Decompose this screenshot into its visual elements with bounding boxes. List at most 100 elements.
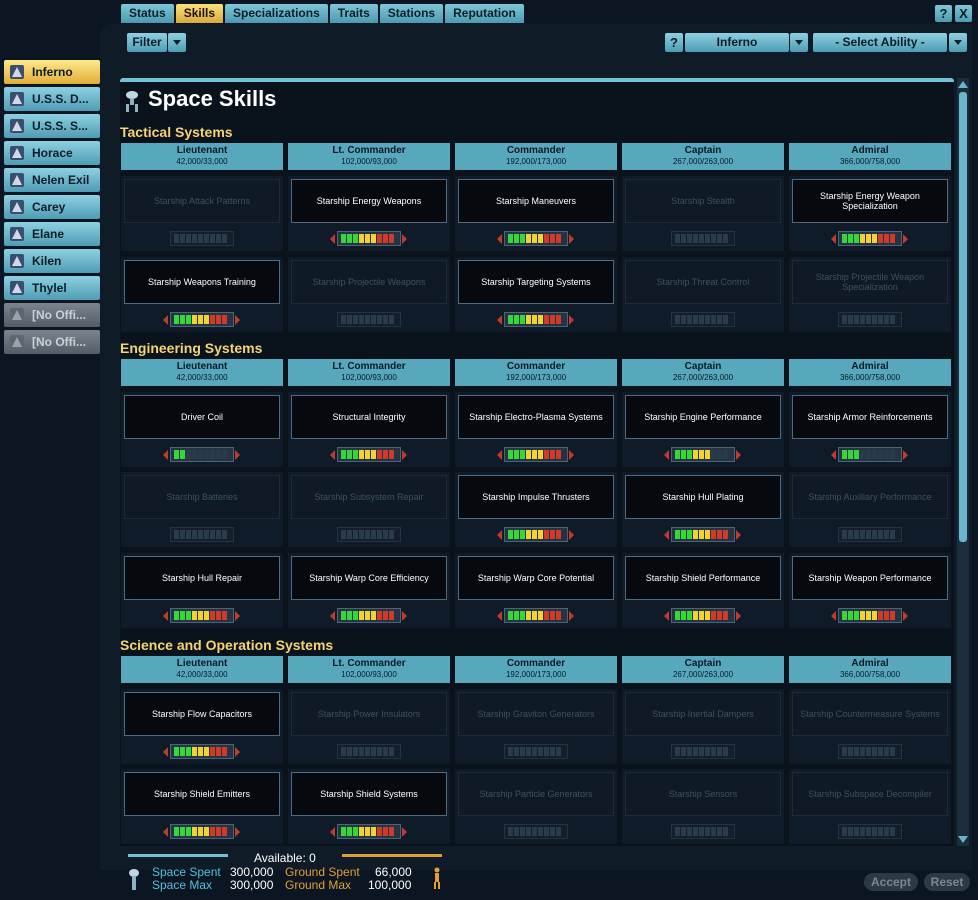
officer-item[interactable]: U.S.S. S... [4, 114, 100, 138]
decrease-arrow-icon[interactable] [330, 827, 335, 837]
increase-arrow-icon[interactable] [235, 827, 240, 837]
scroll-up-icon[interactable] [958, 81, 968, 88]
skill-button[interactable]: Starship Sensors [625, 772, 781, 816]
decrease-arrow-icon[interactable] [330, 611, 335, 621]
window-close-button[interactable]: X [955, 5, 972, 22]
decrease-arrow-icon[interactable] [664, 530, 669, 540]
skill-button[interactable]: Starship Inertial Dampers [625, 692, 781, 736]
skill-button[interactable]: Starship Projectile Weapons [291, 260, 447, 304]
increase-arrow-icon[interactable] [569, 315, 574, 325]
increase-arrow-icon[interactable] [903, 234, 908, 244]
decrease-arrow-icon[interactable] [497, 315, 502, 325]
decrease-arrow-icon[interactable] [330, 450, 335, 460]
decrease-arrow-icon[interactable] [163, 611, 168, 621]
decrease-arrow-icon[interactable] [163, 315, 168, 325]
scroll-down-icon[interactable] [958, 836, 968, 843]
decrease-arrow-icon[interactable] [163, 450, 168, 460]
decrease-arrow-icon[interactable] [664, 450, 669, 460]
decrease-arrow-icon[interactable] [497, 234, 502, 244]
skill-button[interactable]: Starship Shield Performance [625, 556, 781, 600]
window-help-button[interactable]: ? [935, 5, 952, 22]
skill-button[interactable]: Starship Threat Control [625, 260, 781, 304]
skill-button[interactable]: Starship Weapon Performance [792, 556, 948, 600]
increase-arrow-icon[interactable] [736, 611, 741, 621]
officer-item[interactable]: Nelen Exil [4, 168, 100, 192]
character-select[interactable]: Inferno [685, 33, 789, 52]
tab-reputation[interactable]: Reputation [445, 4, 524, 23]
skill-button[interactable]: Starship Countermeasure Systems [792, 692, 948, 736]
skill-button[interactable]: Starship Batteries [124, 475, 280, 519]
skill-button[interactable]: Starship Auxiliary Performance [792, 475, 948, 519]
filter-dropdown-arrow[interactable] [168, 33, 186, 52]
decrease-arrow-icon[interactable] [163, 827, 168, 837]
officer-item[interactable]: Carey [4, 195, 100, 219]
skill-button[interactable]: Starship Shield Systems [291, 772, 447, 816]
officer-item[interactable]: Elane [4, 222, 100, 246]
skill-button[interactable]: Starship Hull Plating [625, 475, 781, 519]
skill-button[interactable]: Driver Coil [124, 395, 280, 439]
decrease-arrow-icon[interactable] [664, 611, 669, 621]
increase-arrow-icon[interactable] [235, 747, 240, 757]
increase-arrow-icon[interactable] [569, 611, 574, 621]
officer-item[interactable]: Kilen [4, 249, 100, 273]
skill-button[interactable]: Starship Shield Emitters [124, 772, 280, 816]
skill-button[interactable]: Starship Particle Generators [458, 772, 614, 816]
officer-item[interactable]: [No Offi... [4, 330, 100, 354]
skill-button[interactable]: Starship Power Insulators [291, 692, 447, 736]
skill-button[interactable]: Starship Maneuvers [458, 179, 614, 223]
decrease-arrow-icon[interactable] [831, 450, 836, 460]
skill-button[interactable]: Starship Stealth [625, 179, 781, 223]
officer-item[interactable]: U.S.S. D... [4, 87, 100, 111]
decrease-arrow-icon[interactable] [330, 234, 335, 244]
skill-button[interactable]: Starship Projectile Weapon Specializatio… [792, 260, 948, 304]
increase-arrow-icon[interactable] [402, 611, 407, 621]
skill-button[interactable]: Starship Energy Weapons [291, 179, 447, 223]
increase-arrow-icon[interactable] [903, 611, 908, 621]
skill-button[interactable]: Starship Graviton Generators [458, 692, 614, 736]
scrollbar[interactable] [957, 78, 969, 846]
officer-item[interactable]: Inferno [4, 60, 100, 84]
scroll-thumb[interactable] [959, 92, 967, 542]
ability-select-arrow[interactable] [949, 33, 967, 52]
decrease-arrow-icon[interactable] [497, 611, 502, 621]
skill-button[interactable]: Starship Warp Core Efficiency [291, 556, 447, 600]
accept-button[interactable]: Accept [864, 873, 918, 891]
decrease-arrow-icon[interactable] [497, 450, 502, 460]
skill-button[interactable]: Starship Attack Patterns [124, 179, 280, 223]
officer-item[interactable]: [No Offi... [4, 303, 100, 327]
tab-specializations[interactable]: Specializations [225, 4, 328, 23]
skill-button[interactable]: Starship Warp Core Potential [458, 556, 614, 600]
increase-arrow-icon[interactable] [235, 315, 240, 325]
toolbar-help-button[interactable]: ? [665, 33, 683, 52]
character-select-arrow[interactable] [790, 33, 808, 52]
increase-arrow-icon[interactable] [569, 234, 574, 244]
decrease-arrow-icon[interactable] [497, 530, 502, 540]
skill-button[interactable]: Starship Subspace Decompiler [792, 772, 948, 816]
decrease-arrow-icon[interactable] [163, 747, 168, 757]
skill-button[interactable]: Starship Engine Performance [625, 395, 781, 439]
skill-button[interactable]: Starship Weapons Training [124, 260, 280, 304]
decrease-arrow-icon[interactable] [831, 234, 836, 244]
decrease-arrow-icon[interactable] [831, 611, 836, 621]
tab-status[interactable]: Status [121, 4, 174, 23]
officer-item[interactable]: Horace [4, 141, 100, 165]
increase-arrow-icon[interactable] [736, 530, 741, 540]
increase-arrow-icon[interactable] [569, 450, 574, 460]
increase-arrow-icon[interactable] [402, 827, 407, 837]
skill-button[interactable]: Structural Integrity [291, 395, 447, 439]
skill-button[interactable]: Starship Targeting Systems [458, 260, 614, 304]
increase-arrow-icon[interactable] [235, 450, 240, 460]
reset-button[interactable]: Reset [924, 873, 970, 891]
tab-stations[interactable]: Stations [379, 4, 444, 23]
increase-arrow-icon[interactable] [736, 450, 741, 460]
increase-arrow-icon[interactable] [569, 530, 574, 540]
officer-item[interactable]: Thylel [4, 276, 100, 300]
skill-button[interactable]: Starship Impulse Thrusters [458, 475, 614, 519]
skill-button[interactable]: Starship Hull Repair [124, 556, 280, 600]
ability-select[interactable]: - Select Ability - [813, 33, 947, 52]
increase-arrow-icon[interactable] [235, 611, 240, 621]
increase-arrow-icon[interactable] [903, 450, 908, 460]
skill-button[interactable]: Starship Subsystem Repair [291, 475, 447, 519]
increase-arrow-icon[interactable] [402, 234, 407, 244]
tab-skills[interactable]: Skills [175, 4, 224, 23]
